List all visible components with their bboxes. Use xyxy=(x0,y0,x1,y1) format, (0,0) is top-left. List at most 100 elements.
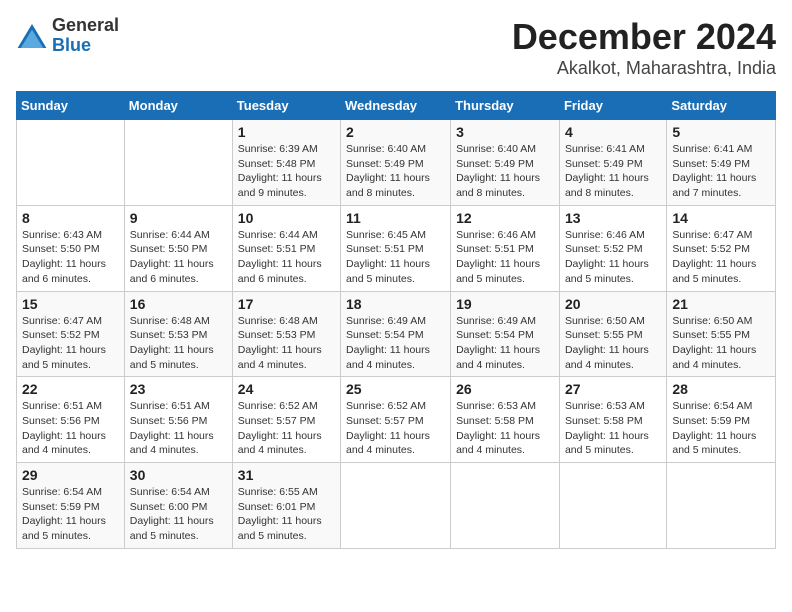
logo: General Blue xyxy=(16,16,119,56)
day-number: 16 xyxy=(130,296,227,312)
day-info: Sunrise: 6:40 AM Sunset: 5:49 PM Dayligh… xyxy=(346,142,445,201)
col-header-thursday: Thursday xyxy=(451,92,560,120)
day-cell-25: 25 Sunrise: 6:52 AM Sunset: 5:57 PM Dayli… xyxy=(341,377,451,463)
col-header-saturday: Saturday xyxy=(667,92,776,120)
empty-cell xyxy=(124,120,232,206)
day-number: 9 xyxy=(130,210,227,226)
calendar-table: SundayMondayTuesdayWednesdayThursdayFrid… xyxy=(16,91,776,549)
day-number: 5 xyxy=(672,124,770,140)
day-cell-26: 26 Sunrise: 6:53 AM Sunset: 5:58 PM Dayli… xyxy=(451,377,560,463)
day-info: Sunrise: 6:52 AM Sunset: 5:57 PM Dayligh… xyxy=(238,399,335,458)
day-info: Sunrise: 6:41 AM Sunset: 5:49 PM Dayligh… xyxy=(565,142,661,201)
day-cell-12: 12 Sunrise: 6:46 AM Sunset: 5:51 PM Dayli… xyxy=(451,205,560,291)
day-info: Sunrise: 6:50 AM Sunset: 5:55 PM Dayligh… xyxy=(565,314,661,373)
day-info: Sunrise: 6:53 AM Sunset: 5:58 PM Dayligh… xyxy=(565,399,661,458)
col-header-wednesday: Wednesday xyxy=(341,92,451,120)
day-info: Sunrise: 6:51 AM Sunset: 5:56 PM Dayligh… xyxy=(22,399,119,458)
day-number: 14 xyxy=(672,210,770,226)
day-cell-23: 23 Sunrise: 6:51 AM Sunset: 5:56 PM Dayli… xyxy=(124,377,232,463)
calendar-week-4: 29 Sunrise: 6:54 AM Sunset: 5:59 PM Dayli… xyxy=(17,463,776,549)
day-number: 15 xyxy=(22,296,119,312)
day-cell-4: 4 Sunrise: 6:41 AM Sunset: 5:49 PM Daylig… xyxy=(559,120,666,206)
day-info: Sunrise: 6:53 AM Sunset: 5:58 PM Dayligh… xyxy=(456,399,554,458)
empty-cell xyxy=(451,463,560,549)
day-info: Sunrise: 6:47 AM Sunset: 5:52 PM Dayligh… xyxy=(22,314,119,373)
day-number: 29 xyxy=(22,467,119,483)
day-cell-28: 28 Sunrise: 6:54 AM Sunset: 5:59 PM Dayli… xyxy=(667,377,776,463)
day-number: 8 xyxy=(22,210,119,226)
day-info: Sunrise: 6:52 AM Sunset: 5:57 PM Dayligh… xyxy=(346,399,445,458)
day-cell-30: 30Sunrise: 6:54 AM Sunset: 6:00 PM Dayli… xyxy=(124,463,232,549)
day-info: Sunrise: 6:44 AM Sunset: 5:51 PM Dayligh… xyxy=(238,228,335,287)
month-title: December 2024 xyxy=(512,16,776,58)
day-number: 19 xyxy=(456,296,554,312)
day-info: Sunrise: 6:46 AM Sunset: 5:51 PM Dayligh… xyxy=(456,228,554,287)
day-number: 25 xyxy=(346,381,445,397)
day-number: 12 xyxy=(456,210,554,226)
day-info: Sunrise: 6:43 AM Sunset: 5:50 PM Dayligh… xyxy=(22,228,119,287)
day-number: 22 xyxy=(22,381,119,397)
day-info: Sunrise: 6:45 AM Sunset: 5:51 PM Dayligh… xyxy=(346,228,445,287)
day-number: 27 xyxy=(565,381,661,397)
logo-general-text: General xyxy=(52,16,119,36)
day-cell-2: 2 Sunrise: 6:40 AM Sunset: 5:49 PM Daylig… xyxy=(341,120,451,206)
col-header-friday: Friday xyxy=(559,92,666,120)
day-cell-16: 16Sunrise: 6:48 AM Sunset: 5:53 PM Dayli… xyxy=(124,291,232,377)
day-number: 10 xyxy=(238,210,335,226)
day-number: 21 xyxy=(672,296,770,312)
day-cell-29: 29 Sunrise: 6:54 AM Sunset: 5:59 PM Dayli… xyxy=(17,463,125,549)
empty-cell xyxy=(341,463,451,549)
col-header-tuesday: Tuesday xyxy=(232,92,340,120)
day-info: Sunrise: 6:50 AM Sunset: 5:55 PM Dayligh… xyxy=(672,314,770,373)
day-cell-11: 11Sunrise: 6:45 AM Sunset: 5:51 PM Dayli… xyxy=(341,205,451,291)
calendar-header-row: SundayMondayTuesdayWednesdayThursdayFrid… xyxy=(17,92,776,120)
day-cell-10: 10 Sunrise: 6:44 AM Sunset: 5:51 PM Dayli… xyxy=(232,205,340,291)
day-cell-21: 21 Sunrise: 6:50 AM Sunset: 5:55 PM Dayli… xyxy=(667,291,776,377)
day-cell-15: 15 Sunrise: 6:47 AM Sunset: 5:52 PM Dayli… xyxy=(17,291,125,377)
day-number: 28 xyxy=(672,381,770,397)
calendar-week-1: 8 Sunrise: 6:43 AM Sunset: 5:50 PM Daylig… xyxy=(17,205,776,291)
day-info: Sunrise: 6:48 AM Sunset: 5:53 PM Dayligh… xyxy=(238,314,335,373)
day-number: 18 xyxy=(346,296,445,312)
day-cell-8: 8 Sunrise: 6:43 AM Sunset: 5:50 PM Daylig… xyxy=(17,205,125,291)
logo-blue-text: Blue xyxy=(52,36,119,56)
day-info: Sunrise: 6:55 AM Sunset: 6:01 PM Dayligh… xyxy=(238,485,335,544)
col-header-monday: Monday xyxy=(124,92,232,120)
day-cell-24: 24 Sunrise: 6:52 AM Sunset: 5:57 PM Dayli… xyxy=(232,377,340,463)
day-info: Sunrise: 6:54 AM Sunset: 5:59 PM Dayligh… xyxy=(672,399,770,458)
day-number: 24 xyxy=(238,381,335,397)
day-cell-20: 20 Sunrise: 6:50 AM Sunset: 5:55 PM Dayli… xyxy=(559,291,666,377)
day-info: Sunrise: 6:54 AM Sunset: 6:00 PM Dayligh… xyxy=(130,485,227,544)
logo-icon xyxy=(16,20,48,52)
day-number: 13 xyxy=(565,210,661,226)
location-title: Akalkot, Maharashtra, India xyxy=(512,58,776,79)
day-info: Sunrise: 6:49 AM Sunset: 5:54 PM Dayligh… xyxy=(346,314,445,373)
day-number: 31 xyxy=(238,467,335,483)
day-cell-13: 13Sunrise: 6:46 AM Sunset: 5:52 PM Dayli… xyxy=(559,205,666,291)
day-info: Sunrise: 6:47 AM Sunset: 5:52 PM Dayligh… xyxy=(672,228,770,287)
day-number: 23 xyxy=(130,381,227,397)
empty-cell xyxy=(17,120,125,206)
day-info: Sunrise: 6:41 AM Sunset: 5:49 PM Dayligh… xyxy=(672,142,770,201)
day-number: 2 xyxy=(346,124,445,140)
day-info: Sunrise: 6:44 AM Sunset: 5:50 PM Dayligh… xyxy=(130,228,227,287)
day-info: Sunrise: 6:54 AM Sunset: 5:59 PM Dayligh… xyxy=(22,485,119,544)
day-number: 4 xyxy=(565,124,661,140)
title-block: December 2024 Akalkot, Maharashtra, Indi… xyxy=(512,16,776,79)
day-info: Sunrise: 6:39 AM Sunset: 5:48 PM Dayligh… xyxy=(238,142,335,201)
day-number: 20 xyxy=(565,296,661,312)
day-cell-9: 9 Sunrise: 6:44 AM Sunset: 5:50 PM Daylig… xyxy=(124,205,232,291)
day-number: 26 xyxy=(456,381,554,397)
empty-cell xyxy=(559,463,666,549)
day-cell-18: 18 Sunrise: 6:49 AM Sunset: 5:54 PM Dayli… xyxy=(341,291,451,377)
day-number: 17 xyxy=(238,296,335,312)
day-cell-14: 14 Sunrise: 6:47 AM Sunset: 5:52 PM Dayli… xyxy=(667,205,776,291)
day-cell-5: 5 Sunrise: 6:41 AM Sunset: 5:49 PM Daylig… xyxy=(667,120,776,206)
empty-cell xyxy=(667,463,776,549)
calendar-week-2: 15 Sunrise: 6:47 AM Sunset: 5:52 PM Dayli… xyxy=(17,291,776,377)
page-header: General Blue December 2024 Akalkot, Maha… xyxy=(16,16,776,79)
day-cell-1: 1Sunrise: 6:39 AM Sunset: 5:48 PM Daylig… xyxy=(232,120,340,206)
day-cell-19: 19Sunrise: 6:49 AM Sunset: 5:54 PM Dayli… xyxy=(451,291,560,377)
day-info: Sunrise: 6:51 AM Sunset: 5:56 PM Dayligh… xyxy=(130,399,227,458)
day-cell-27: 27 Sunrise: 6:53 AM Sunset: 5:58 PM Dayli… xyxy=(559,377,666,463)
